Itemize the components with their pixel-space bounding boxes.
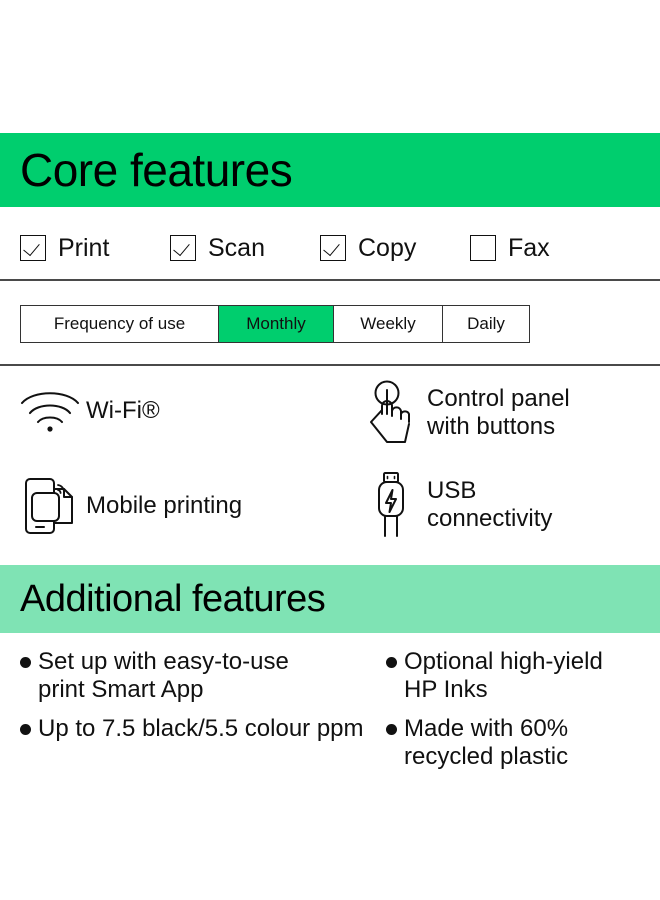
feature-mobile-printing: Mobile printing [14,475,242,537]
connectivity-feature-grid: Wi-Fi® Control panel with buttons Mobile… [0,380,660,555]
additional-features-title: Additional features [20,578,326,620]
feature-usb-connectivity: USB connectivity [355,470,552,540]
frequency-option-daily[interactable]: Daily [443,306,529,342]
capability-scan[interactable]: Scan [170,234,292,263]
mobile-print-icon [14,475,86,537]
checkbox-unchecked-icon[interactable] [470,235,496,261]
list-item: Made with 60% recycled plastic [386,715,656,770]
core-capabilities-row: Print Scan Copy Fax [20,228,640,268]
frequency-option-weekly[interactable]: Weekly [334,306,443,342]
capability-scan-label: Scan [208,233,265,262]
list-item: Set up with easy-to-use print Smart App [20,648,390,703]
bullet-dot-icon [386,724,397,736]
feature-usb-label: USB connectivity [427,477,553,532]
feature-control-panel: Control panel with buttons [355,380,570,446]
usb-cable-icon [355,470,427,540]
bullet-dot-icon [386,657,397,668]
list-item-text: Up to 7.5 black/5.5 colour ppm [38,715,364,743]
list-item: Optional high-yield HP Inks [386,648,656,703]
core-features-header: Core features [0,133,660,207]
capability-print[interactable]: Print [20,234,142,263]
additional-features-header: Additional features [0,565,660,633]
checkbox-checked-icon[interactable] [320,235,346,261]
additional-features-left-column: Set up with easy-to-use print Smart App … [20,648,390,755]
feature-mobile-printing-label: Mobile printing [86,492,243,520]
checkbox-checked-icon[interactable] [20,235,46,261]
list-item-text: Set up with easy-to-use print Smart App [38,648,289,703]
frequency-of-use-table: Frequency of use Monthly Weekly Daily [20,305,530,343]
wifi-icon [14,388,86,434]
frequency-option-monthly[interactable]: Monthly [219,306,334,342]
list-item: Up to 7.5 black/5.5 colour ppm [20,715,390,743]
divider-above-table [0,279,660,281]
capability-copy-label: Copy [358,233,417,262]
bullet-dot-icon [20,657,31,668]
feature-wifi: Wi-Fi® [14,388,160,434]
core-features-title: Core features [20,144,293,196]
capability-copy[interactable]: Copy [320,234,442,263]
frequency-row-label: Frequency of use [21,306,219,342]
divider-below-table [0,364,660,366]
additional-features-list: Set up with easy-to-use print Smart App … [0,648,660,778]
bullet-dot-icon [20,724,31,736]
list-item-text: Optional high-yield HP Inks [404,648,603,703]
capability-print-label: Print [58,233,110,262]
feature-wifi-label: Wi-Fi® [86,397,160,425]
list-item-text: Made with 60% recycled plastic [404,715,569,770]
additional-features-right-column: Optional high-yield HP Inks Made with 60… [386,648,656,782]
feature-control-panel-label: Control panel with buttons [427,385,570,440]
touch-hand-icon [355,380,427,446]
checkbox-checked-icon[interactable] [170,235,196,261]
capability-fax-label: Fax [508,233,550,262]
capability-fax[interactable]: Fax [470,234,550,263]
